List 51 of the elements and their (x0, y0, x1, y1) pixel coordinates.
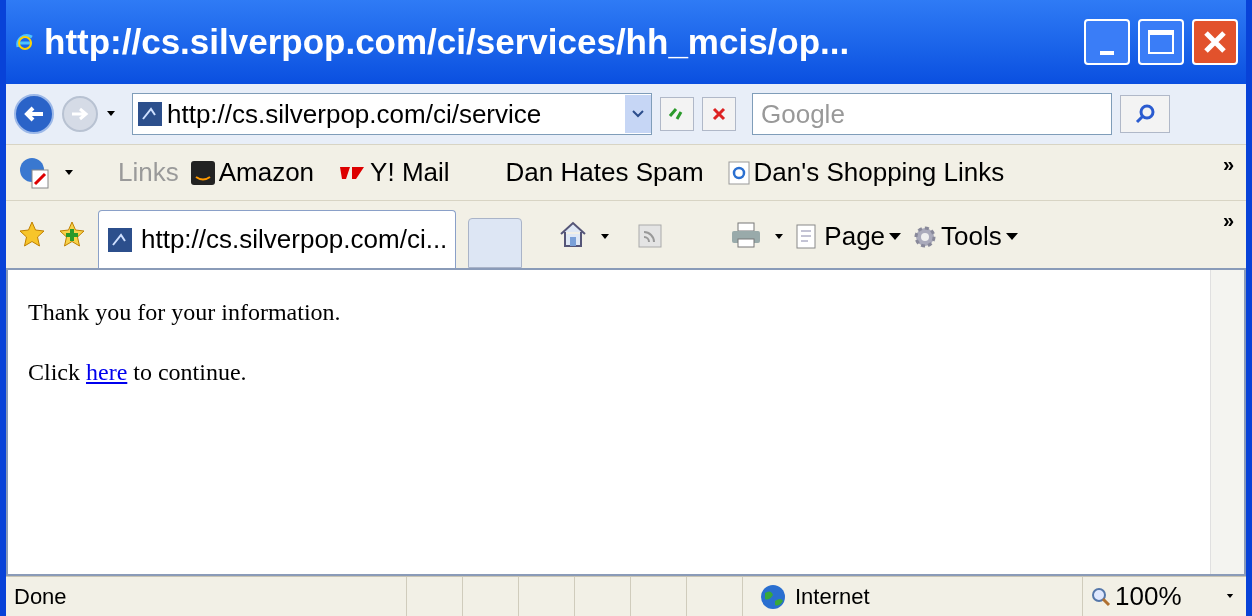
zoom-level[interactable]: 100% (1115, 577, 1182, 616)
browser-tab[interactable]: http://cs.silverpop.com/ci... (98, 210, 457, 268)
links-label: Links (118, 156, 179, 189)
browser-page-icon (727, 160, 750, 185)
forward-arrow-icon (70, 106, 90, 122)
favorite-link[interactable]: Amazon (190, 153, 315, 192)
feeds-icon[interactable] (638, 224, 663, 248)
window-title: http://cs.silverpop.com/ci/services/hh_mcis/op... (44, 20, 851, 63)
dropdown-caret-icon[interactable] (600, 234, 611, 240)
globe-icon (759, 582, 787, 611)
search-icon (1134, 103, 1156, 125)
refresh-button[interactable] (660, 97, 694, 131)
status-text: Done (13, 583, 68, 611)
stop-button[interactable] (702, 97, 736, 131)
security-zone-text: Internet (795, 583, 870, 611)
search-field[interactable]: Google (752, 93, 1112, 135)
pdf-globe-icon[interactable] (18, 155, 52, 190)
gear-icon (913, 224, 938, 249)
dropdown-button[interactable] (625, 95, 651, 133)
dropdown-caret-icon[interactable] (106, 111, 116, 117)
add-favorite-icon[interactable] (58, 220, 86, 248)
page-icon (107, 226, 133, 253)
minimize-button[interactable] (1084, 19, 1130, 65)
caret-icon (889, 232, 902, 241)
close-button[interactable] (1192, 19, 1238, 65)
command-menu-button[interactable]: Tools (913, 217, 1018, 256)
thank-you-message: Thank you for your information. (28, 298, 342, 327)
back-button[interactable] (14, 94, 54, 134)
maximize-button[interactable] (1138, 19, 1184, 65)
command-menu-button[interactable]: Page (796, 217, 902, 256)
back-arrow-icon (23, 105, 45, 123)
address-field[interactable]: http://cs.silverpop.com/ci/service (132, 93, 652, 135)
continue-prompt: Click here to continue. (28, 358, 248, 387)
favorite-link[interactable]: Dan Hates Spam (505, 153, 704, 192)
close-icon (1202, 29, 1228, 55)
dropdown-caret-icon[interactable] (64, 169, 74, 176)
dropdown-caret-icon[interactable] (1225, 594, 1234, 599)
stop-icon (711, 106, 727, 122)
chevron-down-icon (632, 110, 644, 118)
chevron-button[interactable]: » (1222, 149, 1234, 179)
printer-icon[interactable] (730, 222, 763, 248)
page-icon (137, 101, 163, 127)
search-button[interactable] (1120, 95, 1170, 133)
chevron-button[interactable]: » (1222, 205, 1234, 235)
continue-link[interactable]: here (86, 359, 128, 385)
favorite-link[interactable]: Dan's Shopping Links (727, 153, 1005, 192)
star-icon[interactable] (18, 220, 46, 248)
favorite-link[interactable]: Y! Mail (338, 153, 450, 192)
dropdown-caret-icon[interactable] (774, 234, 785, 240)
zoom-icon (1091, 586, 1111, 607)
caret-icon (1005, 232, 1018, 241)
